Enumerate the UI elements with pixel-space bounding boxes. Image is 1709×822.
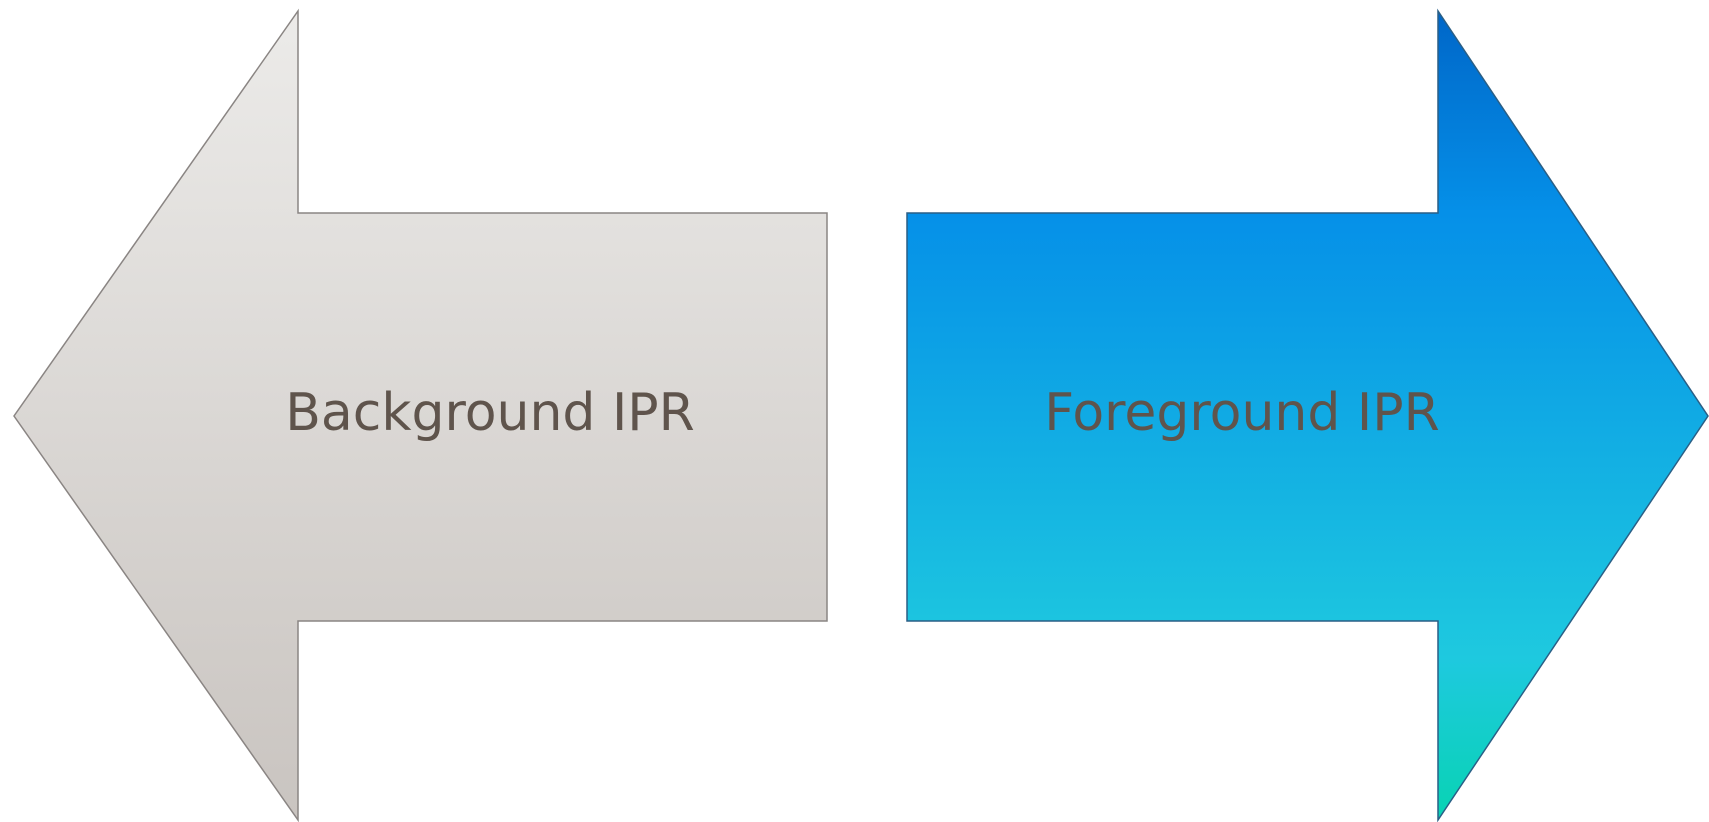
ipr-diagram: Background IPR Foreground IPR [13,8,1709,822]
background-ipr-label: Background IPR [285,383,695,443]
background-ipr-arrow: Background IPR [13,8,828,822]
foreground-ipr-label: Foreground IPR [1044,383,1439,443]
foreground-ipr-arrow: Foreground IPR [906,8,1709,822]
